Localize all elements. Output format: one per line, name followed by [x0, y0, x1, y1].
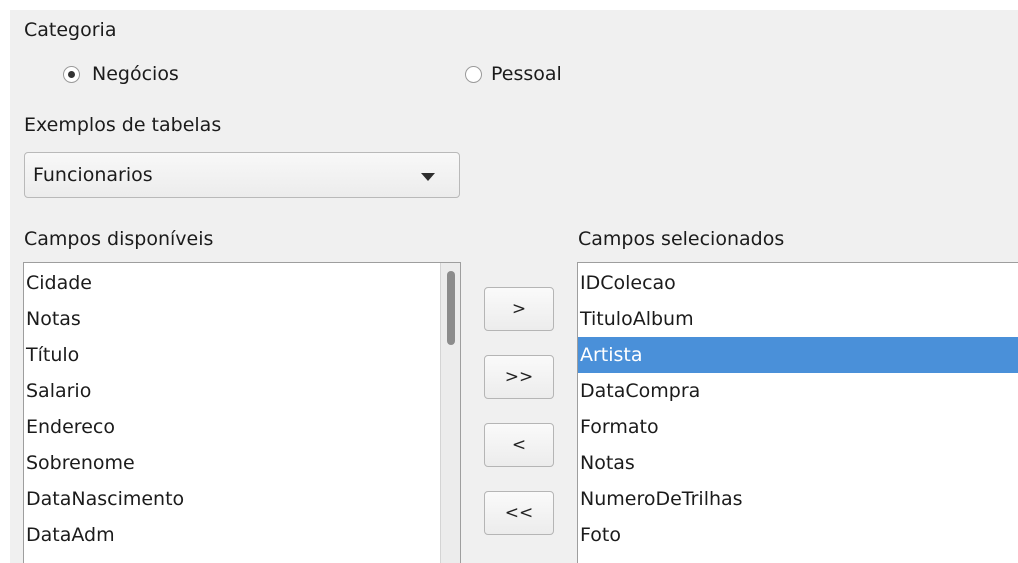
radio-negocios-label: Negócios	[92, 63, 179, 85]
list-item-selected[interactable]: Artista	[578, 337, 1018, 373]
scrollbar-thumb[interactable]	[447, 271, 455, 345]
sample-tables-value: Funcionarios	[33, 164, 153, 186]
list-item[interactable]: Notas	[578, 445, 1018, 481]
radio-negocios[interactable]: Negócios	[63, 62, 179, 86]
vertical-scrollbar[interactable]	[440, 263, 460, 563]
list-item[interactable]: DataCompra	[578, 373, 1018, 409]
list-item[interactable]: Título	[24, 337, 460, 373]
list-item[interactable]: Cidade	[24, 265, 460, 301]
radio-pessoal-label: Pessoal	[491, 63, 562, 85]
list-item[interactable]: Formato	[578, 409, 1018, 445]
radio-button-icon[interactable]	[63, 65, 80, 83]
remove-field-button[interactable]: <	[484, 423, 554, 467]
chevron-down-icon[interactable]	[421, 173, 435, 181]
available-fields-label: Campos disponíveis	[24, 228, 214, 250]
list-item[interactable]: DataNascimento	[24, 481, 460, 517]
available-fields-list[interactable]: Cidade Notas Título Salario Endereco Sob…	[23, 262, 461, 563]
list-item[interactable]: DataAdm	[24, 517, 460, 553]
list-item[interactable]: Notas	[24, 301, 460, 337]
radio-pessoal[interactable]: Pessoal	[465, 62, 562, 86]
sample-tables-dropdown[interactable]: Funcionarios	[24, 152, 460, 198]
list-item[interactable]: IDColecao	[578, 265, 1018, 301]
selected-fields-list[interactable]: IDColecao TituloAlbum Artista DataCompra…	[577, 262, 1018, 563]
selected-fields-label: Campos selecionados	[578, 228, 785, 250]
add-all-fields-button[interactable]: >>	[484, 355, 554, 399]
list-item[interactable]: NumeroDeTrilhas	[578, 481, 1018, 517]
remove-all-fields-button[interactable]: <<	[484, 491, 554, 535]
list-item[interactable]: Endereco	[24, 409, 460, 445]
list-item[interactable]: Foto	[578, 517, 1018, 553]
sample-tables-label: Exemplos de tabelas	[24, 114, 222, 136]
add-field-button[interactable]: >	[484, 287, 554, 331]
list-item[interactable]: Salario	[24, 373, 460, 409]
category-label: Categoria	[24, 19, 117, 41]
radio-button-icon[interactable]	[465, 65, 482, 83]
radio-dot-icon	[68, 70, 75, 78]
list-item[interactable]: Sobrenome	[24, 445, 460, 481]
list-item[interactable]: TituloAlbum	[578, 301, 1018, 337]
